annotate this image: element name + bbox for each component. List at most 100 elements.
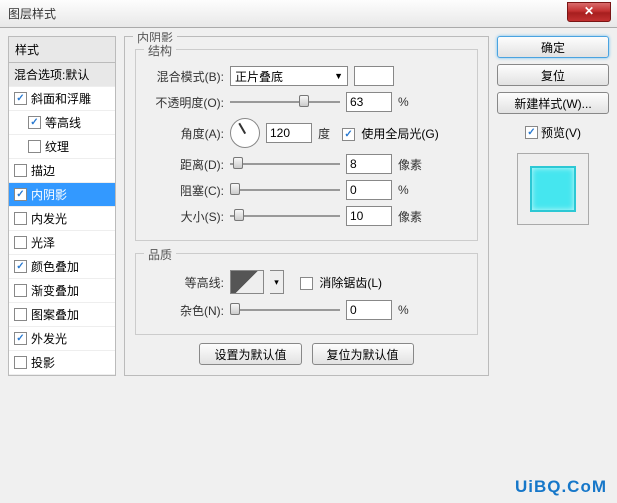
style-checkbox[interactable] [14,212,27,225]
size-slider[interactable] [230,208,340,224]
style-list: 混合选项:默认 斜面和浮雕等高线纹理描边内阴影内发光光泽颜色叠加渐变叠加图案叠加… [8,63,116,376]
sidebar-item-label: 图案叠加 [31,306,79,323]
preview-box [517,153,589,225]
distance-row: 距离(D): 像素 [146,154,467,174]
size-row: 大小(S): 像素 [146,206,467,226]
size-label: 大小(S): [146,208,224,225]
style-checkbox[interactable] [14,308,27,321]
choke-label: 阻塞(C): [146,182,224,199]
style-checkbox[interactable] [14,92,27,105]
global-light-wrap[interactable]: 使用全局光(G) [342,125,439,142]
angle-unit: 度 [318,125,330,142]
watermark: UiBQ.CoM [515,477,607,497]
sidebar-item-label: 外发光 [31,330,67,347]
distance-input[interactable] [346,154,392,174]
blend-mode-value: 正片叠底 [235,68,283,85]
preview-label: 预览(V) [541,124,581,141]
style-checkbox[interactable] [14,332,27,345]
style-checkbox[interactable] [14,284,27,297]
distance-slider[interactable] [230,156,340,172]
ok-button[interactable]: 确定 [497,36,609,58]
sidebar-item-label: 纹理 [45,138,69,155]
preview-check-wrap[interactable]: 预览(V) [497,124,609,141]
titlebar: 图层样式 ✕ [0,0,617,28]
close-icon: ✕ [584,4,594,18]
sidebar-item-1[interactable]: 等高线 [9,111,115,135]
global-light-label: 使用全局光(G) [361,127,438,141]
contour-dropdown-arrow[interactable]: ▾ [270,270,284,294]
noise-input[interactable] [346,300,392,320]
style-checkbox[interactable] [14,164,27,177]
sidebar-item-7[interactable]: 颜色叠加 [9,255,115,279]
contour-label: 等高线: [146,274,224,291]
sidebar-header: 样式 [8,36,116,63]
cancel-button[interactable]: 复位 [497,64,609,86]
angle-dial[interactable] [230,118,260,148]
contour-row: 等高线: ▾ 消除锯齿(L) [146,270,467,294]
sidebar-item-label: 颜色叠加 [31,258,79,275]
close-button[interactable]: ✕ [567,2,611,22]
style-checkbox[interactable] [14,356,27,369]
right-column: 确定 复位 新建样式(W)... 预览(V) [497,36,609,495]
angle-row: 角度(A): 度 使用全局光(G) [146,118,467,148]
choke-row: 阻塞(C): % [146,180,467,200]
color-swatch[interactable] [354,66,394,86]
style-checkbox[interactable] [28,140,41,153]
style-checkbox[interactable] [14,260,27,273]
anti-alias-checkbox[interactable] [300,277,313,290]
sidebar-item-label: 投影 [31,354,55,371]
opacity-unit: % [398,95,409,109]
blend-mode-combo[interactable]: 正片叠底 ▼ [230,66,348,86]
blend-options-label: 混合选项:默认 [14,66,89,83]
blend-mode-label: 混合模式(B): [146,68,224,85]
sidebar-item-2[interactable]: 纹理 [9,135,115,159]
window-title: 图层样式 [8,5,56,22]
sidebar-item-4[interactable]: 内阴影 [9,183,115,207]
sidebar-item-label: 等高线 [45,114,81,131]
choke-slider[interactable] [230,182,340,198]
noise-slider[interactable] [230,302,340,318]
sidebar-item-9[interactable]: 图案叠加 [9,303,115,327]
distance-unit: 像素 [398,156,422,173]
style-checkbox[interactable] [14,236,27,249]
size-input[interactable] [346,206,392,226]
make-default-button[interactable]: 设置为默认值 [199,343,301,365]
default-buttons-row: 设置为默认值 复位为默认值 [135,343,478,365]
anti-alias-label: 消除锯齿(L) [319,276,382,290]
opacity-slider[interactable] [230,94,340,110]
sidebar-item-label: 内发光 [31,210,67,227]
distance-label: 距离(D): [146,156,224,173]
sidebar-item-label: 斜面和浮雕 [31,90,91,107]
size-unit: 像素 [398,208,422,225]
settings-panel: 内阴影 结构 混合模式(B): 正片叠底 ▼ 不透明度(O): % [124,36,489,495]
sidebar-item-11[interactable]: 投影 [9,351,115,375]
new-style-button[interactable]: 新建样式(W)... [497,92,609,114]
structure-group: 结构 混合模式(B): 正片叠底 ▼ 不透明度(O): % 角度( [135,49,478,241]
sidebar-item-6[interactable]: 光泽 [9,231,115,255]
reset-default-button[interactable]: 复位为默认值 [312,343,414,365]
sidebar-item-5[interactable]: 内发光 [9,207,115,231]
contour-swatch[interactable] [230,270,264,294]
blend-mode-row: 混合模式(B): 正片叠底 ▼ [146,66,467,86]
sidebar-item-3[interactable]: 描边 [9,159,115,183]
sidebar-item-label: 描边 [31,162,55,179]
sidebar-item-0[interactable]: 斜面和浮雕 [9,87,115,111]
sidebar-item-10[interactable]: 外发光 [9,327,115,351]
quality-legend: 品质 [144,246,176,263]
preview-checkbox[interactable] [525,126,538,139]
style-checkbox[interactable] [14,188,27,201]
style-checkbox[interactable] [28,116,41,129]
choke-input[interactable] [346,180,392,200]
angle-input[interactable] [266,123,312,143]
anti-alias-wrap[interactable]: 消除锯齿(L) [300,274,382,291]
quality-group: 品质 等高线: ▾ 消除锯齿(L) 杂色(N): % [135,253,478,335]
choke-unit: % [398,183,409,197]
opacity-input[interactable] [346,92,392,112]
sidebar-item-8[interactable]: 渐变叠加 [9,279,115,303]
angle-label: 角度(A): [146,125,224,142]
opacity-row: 不透明度(O): % [146,92,467,112]
blend-options-row[interactable]: 混合选项:默认 [9,63,115,87]
structure-legend: 结构 [144,42,176,59]
global-light-checkbox[interactable] [342,128,355,141]
sidebar-item-label: 光泽 [31,234,55,251]
